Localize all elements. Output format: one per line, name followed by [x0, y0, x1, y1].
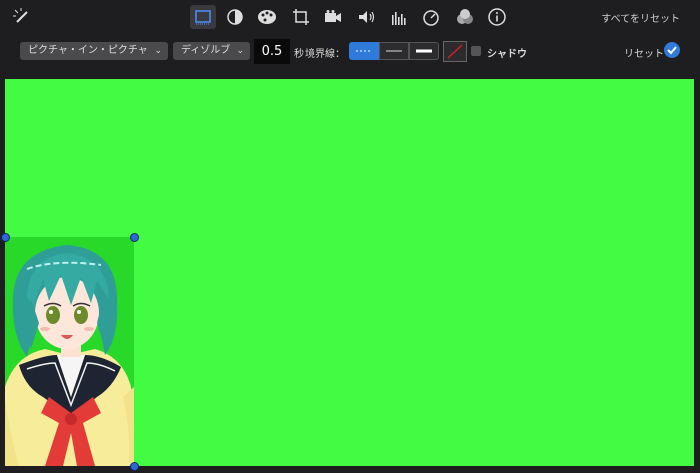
crop-icon[interactable]: [288, 5, 314, 29]
transition-value: ディゾルブ: [181, 45, 231, 56]
border-thick-button[interactable]: [409, 42, 439, 60]
color-balance-icon[interactable]: [222, 5, 248, 29]
reset-all-button[interactable]: すべてをリセット: [601, 10, 680, 25]
speed-icon[interactable]: [418, 5, 444, 29]
shadow-label: シャドウ: [487, 49, 527, 60]
pip-resize-handle-top-right[interactable]: [130, 233, 139, 242]
overlay-style-value: ピクチャ・イン・ピクチャ: [28, 45, 148, 56]
picture-in-picture-overlay[interactable]: [5, 237, 134, 466]
equalizer-icon[interactable]: [386, 5, 412, 29]
pip-resize-handle-top-left[interactable]: [1, 233, 10, 242]
transition-select[interactable]: ディゾルブ ⌄: [173, 42, 250, 60]
anime-character-image: [5, 245, 134, 466]
volume-icon[interactable]: [354, 5, 380, 29]
border-dashed-button[interactable]: [349, 42, 379, 60]
border-label: 境界線：: [305, 49, 345, 60]
crop-frame-icon[interactable]: [190, 5, 216, 29]
seconds-label: 秒: [294, 49, 304, 60]
palette-icon[interactable]: [254, 5, 280, 29]
pip-resize-handle-bottom-right[interactable]: [130, 462, 139, 471]
top-toolbar: すべてをリセット: [0, 0, 700, 34]
video-viewer[interactable]: [5, 79, 694, 466]
filter-icon[interactable]: [452, 5, 478, 29]
border-thin-button[interactable]: [379, 42, 409, 60]
magic-wand-icon[interactable]: [12, 7, 32, 27]
duration-input[interactable]: 0.5: [254, 39, 290, 64]
border-color-swatch[interactable]: [443, 41, 467, 62]
info-icon[interactable]: [484, 5, 510, 29]
overlay-style-select[interactable]: ピクチャ・イン・ピクチャ ⌄: [20, 42, 168, 60]
apply-check-icon[interactable]: [664, 42, 680, 58]
reset-button[interactable]: リセット: [624, 45, 664, 60]
chevron-down-icon: ⌄: [236, 46, 244, 56]
chevron-down-icon: ⌄: [154, 46, 162, 56]
camera-icon[interactable]: [320, 5, 346, 29]
shadow-checkbox[interactable]: [471, 46, 481, 56]
options-bar: ピクチャ・イン・ピクチャ ⌄ ディゾルブ ⌄ 0.5 秒 境界線： シャドウ リ…: [0, 34, 700, 74]
